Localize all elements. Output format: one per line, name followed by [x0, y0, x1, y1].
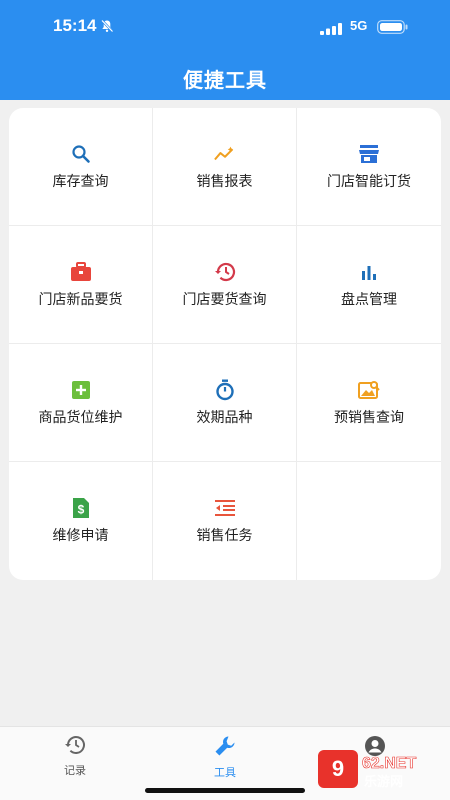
history-icon — [214, 261, 236, 283]
tab-label: 记录 — [64, 764, 86, 777]
svg-text:9: 9 — [332, 756, 344, 781]
signal-icon — [320, 20, 344, 39]
indent-list-icon — [214, 497, 236, 519]
status-bar: 15:14 5G — [0, 0, 450, 50]
tool-repair-request[interactable]: $ 维修申请 — [9, 462, 153, 580]
tab-label: 工具 — [214, 766, 236, 779]
tool-label: 预销售查询 — [334, 409, 404, 426]
add-box-icon — [70, 379, 92, 401]
tool-label: 商品货位维护 — [38, 409, 123, 426]
timer-icon — [214, 379, 236, 401]
tool-label: 维修申请 — [52, 528, 109, 544]
tool-presale-query[interactable]: 预销售查询 — [297, 344, 441, 462]
empty-cell — [297, 462, 441, 580]
watermark-logo: 9 62.NET 乐游网 — [318, 748, 446, 790]
search-icon — [70, 143, 92, 165]
trend-chart-icon — [213, 143, 236, 165]
bar-chart-icon — [358, 261, 380, 283]
svg-text:62.NET: 62.NET — [362, 755, 416, 772]
wrench-icon — [214, 735, 236, 761]
tab-records[interactable]: 记录 — [30, 735, 120, 778]
page-title: 便捷工具 — [183, 68, 267, 92]
mute-bell-icon — [100, 18, 114, 37]
tool-expiry-products[interactable]: 效期品种 — [153, 344, 297, 462]
svg-text:乐游网: 乐游网 — [364, 774, 403, 790]
tool-label: 销售报表 — [196, 173, 253, 190]
network-type: 5G — [350, 18, 368, 33]
tool-label: 销售任务 — [196, 528, 253, 544]
tools-grid: 库存查询 销售报表 门店智能订货 门店新品要货 门店要货查询 盘点管理 商品货位… — [9, 108, 441, 580]
tool-sales-report[interactable]: 销售报表 — [153, 108, 297, 226]
tool-sales-task[interactable]: 销售任务 — [153, 462, 297, 580]
tool-new-product-order[interactable]: 门店新品要货 — [9, 226, 153, 344]
tool-order-query[interactable]: 门店要货查询 — [153, 226, 297, 344]
tool-label: 门店智能订货 — [327, 173, 411, 190]
dollar-file-icon: $ — [70, 497, 92, 519]
home-indicator — [145, 788, 305, 793]
tab-tools[interactable]: 工具 — [180, 735, 270, 780]
svg-text:$: $ — [77, 503, 84, 517]
tool-label: 门店新品要货 — [38, 291, 123, 308]
tool-label: 门店要货查询 — [182, 291, 267, 308]
tool-smart-ordering[interactable]: 门店智能订货 — [297, 108, 441, 226]
briefcase-icon — [70, 261, 92, 283]
image-search-icon — [358, 379, 380, 401]
history-icon — [64, 735, 86, 759]
tool-inventory-check[interactable]: 盘点管理 — [297, 226, 441, 344]
store-icon — [358, 143, 380, 165]
status-time: 15:14 — [53, 16, 97, 35]
tool-label: 盘点管理 — [341, 291, 397, 308]
tool-inventory-query[interactable]: 库存查询 — [9, 108, 153, 226]
tool-label: 效期品种 — [196, 409, 253, 426]
header-bar: 15:14 5G 便捷工具 — [0, 0, 450, 100]
tool-location-maintenance[interactable]: 商品货位维护 — [9, 344, 153, 462]
battery-icon — [377, 19, 409, 38]
tool-label: 库存查询 — [52, 173, 109, 190]
